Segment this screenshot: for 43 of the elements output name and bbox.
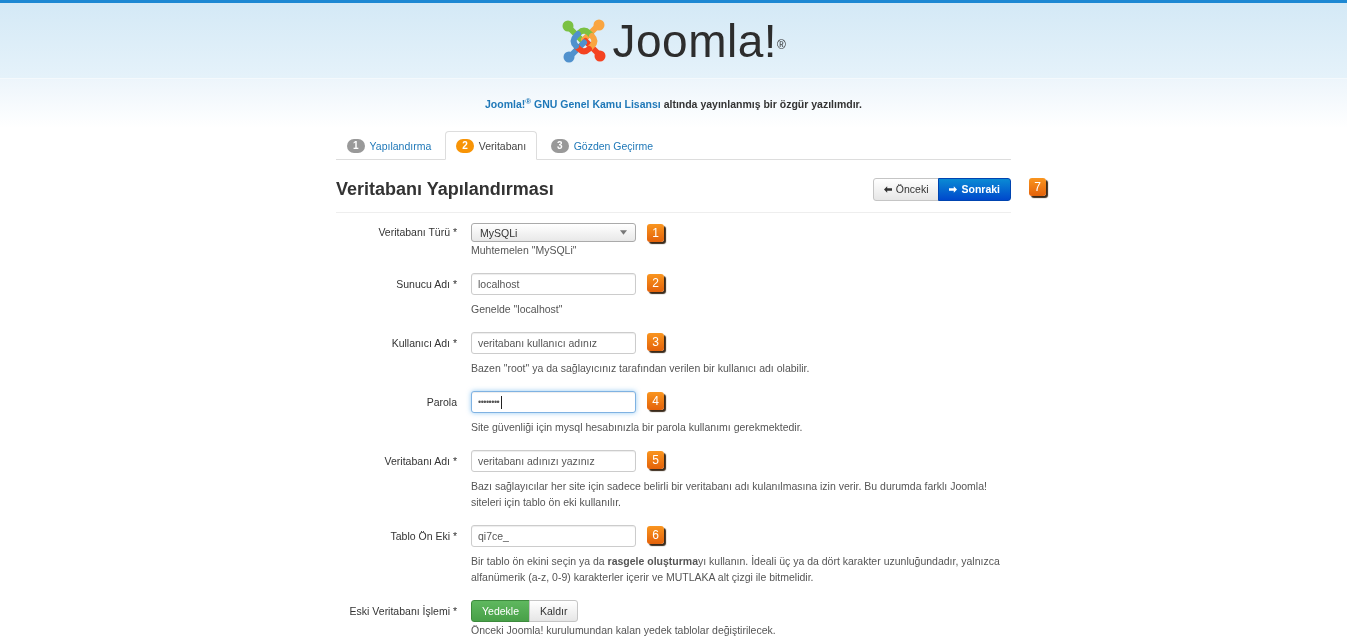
field-label: Sunucu Adı * — [395, 278, 457, 291]
arrow-right-icon — [949, 185, 958, 193]
field-label: Veritabanı Adı * — [383, 455, 457, 468]
previous-button[interactable]: Önceki — [872, 177, 940, 201]
step-marker: 5 — [647, 451, 664, 469]
step-marker: 3 — [647, 333, 664, 351]
field-label: Eski Veritabanı İşlemi * — [348, 605, 457, 618]
help-text: Site güvenliği için mysql hesabınızla bir parola kullanımı gerekmektedir. — [471, 420, 804, 435]
arrow-left-icon — [883, 185, 892, 193]
step-marker: 4 — [647, 392, 664, 410]
help-text: Muhtemelen "MySQLi" — [471, 243, 578, 258]
license-notice: Joomla!$^{®}$ GNU Genel Kamu Lisansı altında yayınlanmış bir özgür yazılımdır. — [485, 97, 862, 110]
password-field[interactable]: •••••••• — [471, 391, 636, 413]
step-marker: 7 — [1029, 178, 1046, 196]
license-link[interactable]: Joomla!$^{®}$ — [485, 97, 532, 110]
help-text: Bazen "root" ya da sağlayıcınız tarafından verilen bir kullanıcı adı olabilir. — [471, 361, 811, 376]
field-label: Tablo Ön Eki * — [389, 530, 457, 543]
next-button[interactable]: Sonraki — [938, 177, 1011, 201]
page-title: Veritabanı Yapılandırması — [336, 178, 554, 200]
help-text: Bazı sağlayıcılar her site için sadece belirli bir veritabanı adı kulanılmasına izin verir. Bu durumda farklı Joomla! siteleri için tablo ön eki kullanılır. — [471, 479, 988, 510]
dropdown-field[interactable]: MySQLi — [471, 223, 636, 242]
text-cursor-icon — [501, 395, 503, 409]
help-text: Genelde "localhost" — [471, 302, 564, 317]
help-text: Önceki Joomla! kurulumundan kalan yedek tablolar değiştirilecek. — [471, 623, 777, 638]
input-field[interactable]: veritabanı adınızı yazınız — [471, 450, 636, 472]
logo-icon — [560, 17, 607, 64]
input-field[interactable]: veritabanı kullanıcı adınız — [471, 332, 636, 354]
step-tab[interactable]: 3 Gözden Geçirme — [540, 131, 665, 160]
step-marker: 1 — [647, 224, 664, 242]
field-label: Veritabanı Türü * — [377, 226, 457, 239]
toggle-option[interactable]: Kaldır — [529, 600, 579, 622]
field-label: Parola — [425, 396, 457, 409]
caret-icon — [620, 230, 627, 235]
license-link[interactable]: GNU Genel Kamu Lisansı — [534, 97, 661, 110]
help-text: Bir tablo ön ekini seçin ya da rasgele oluşturmayı kullanın. İdeali üç ya da dört karakter uzunluğundadır, yalnızca alfanümerik (a-z, 0-9) karakterler içerir ve MUTLAKA alt çizgi ile bitmelidir. — [471, 554, 1001, 585]
logo-text: Joomla!$^{®}$ — [612, 15, 787, 66]
step-tab[interactable]: 1 Yapılandırma — [336, 131, 443, 160]
input-field[interactable]: qi7ce_ — [471, 525, 636, 547]
field-label: Kullanıcı Adı * — [390, 337, 457, 350]
step-marker: 2 — [647, 274, 664, 292]
input-field[interactable]: localhost — [471, 273, 636, 295]
step-marker: 6 — [647, 526, 664, 544]
step-tab[interactable]: 2 Veritabanı — [445, 131, 538, 160]
